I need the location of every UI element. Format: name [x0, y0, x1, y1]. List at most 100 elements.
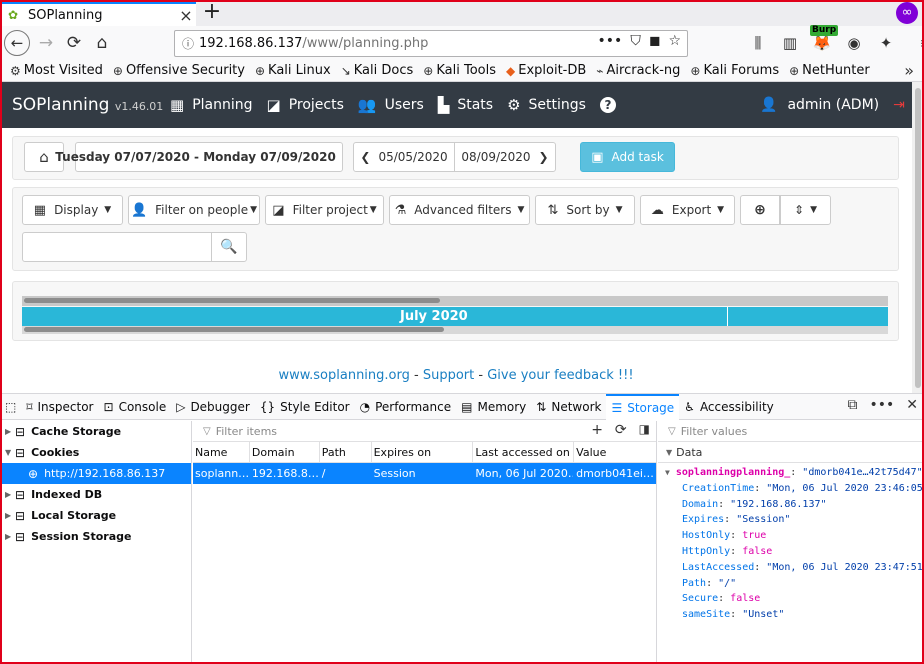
filter-items-input[interactable]: Filter items — [216, 425, 277, 438]
tab-console[interactable]: ⊡ Console — [99, 394, 172, 420]
reader-icon[interactable]: ◼ — [649, 33, 661, 49]
search-input[interactable] — [22, 232, 212, 262]
url-bar[interactable]: ⓘ 192.168.86.137/www/planning.php ••• ⛉ … — [174, 30, 688, 57]
column-header[interactable]: Value — [574, 442, 656, 463]
planning-scrollbar-top[interactable] — [22, 296, 888, 306]
prev-period-button[interactable]: ❮ 05/05/2020 — [353, 142, 455, 172]
row-height-dropdown[interactable]: ⇕ ▼ — [780, 195, 831, 225]
close-icon[interactable]: ✕ — [906, 397, 918, 413]
expand-icon[interactable]: ▶ — [5, 532, 15, 541]
tab-network[interactable]: ⇅ Network — [531, 394, 606, 420]
bookmark-most-visited[interactable]: ⚙ Most Visited — [10, 63, 103, 78]
bookmark-kali-docs[interactable]: ↘ Kali Docs — [341, 63, 414, 78]
toggle-sidebar-icon[interactable]: ◨ — [639, 422, 650, 438]
page-actions-icon[interactable]: ••• — [598, 33, 623, 49]
column-header[interactable]: Path — [320, 441, 372, 463]
scroll-thumb[interactable] — [24, 327, 444, 332]
table-row[interactable]: soplann… 192.168.8… / Session Mon, 06 Ju… — [193, 463, 656, 484]
scroll-thumb[interactable] — [915, 88, 921, 388]
tree-session-storage[interactable]: ▶ ⊟ Session Storage — [0, 526, 191, 547]
expand-icon[interactable]: ▶ — [5, 427, 15, 436]
cookie-property[interactable]: Secure: false — [658, 591, 924, 607]
more-options-icon[interactable]: ••• — [869, 397, 894, 413]
hamburger-menu-icon[interactable]: ≡ — [914, 31, 924, 55]
support-link[interactable]: Support — [423, 368, 474, 383]
menu-stats[interactable]: ▙ Stats — [438, 96, 493, 114]
search-button[interactable]: 🔍 — [211, 232, 247, 262]
forward-button[interactable]: → — [32, 29, 60, 57]
cookie-property[interactable]: CreationTime: "Mon, 06 Jul 2020 23:46:05… — [658, 481, 924, 497]
cookie-root[interactable]: ▼ soplanningplanning_: "dmorb041e…42t75d… — [658, 465, 924, 481]
library-icon[interactable]: ⫼ — [746, 31, 770, 55]
date-range-dropdown[interactable]: Tuesday 07/07/2020 - Monday 07/09/2020▼ — [55, 142, 363, 172]
dock-icon[interactable]: ⧉ — [847, 397, 857, 413]
collapse-icon[interactable]: ▼ — [5, 448, 15, 457]
column-header[interactable]: Expires on — [372, 441, 474, 463]
tab-storage[interactable]: ☰ Storage — [606, 393, 680, 420]
home-button[interactable]: ⌂ — [88, 29, 116, 57]
bookmark-aircrack-ng[interactable]: ⌁ Aircrack-ng — [596, 63, 680, 78]
extension-icon[interactable]: ✦ — [874, 31, 898, 55]
user-menu[interactable]: 👤 admin (ADM) ⇥ — [760, 97, 905, 113]
element-picker-button[interactable]: ⬚ — [0, 394, 21, 420]
bookmark-offensive-security[interactable]: ⊕ Offensive Security — [113, 63, 245, 78]
soplanning-link[interactable]: www.soplanning.org — [278, 368, 409, 383]
close-tab-icon[interactable]: × — [176, 6, 196, 25]
logout-icon[interactable]: ⇥ — [893, 97, 905, 113]
menu-settings[interactable]: ⚙ Settings — [507, 96, 586, 114]
filter-values-bar[interactable]: ▽ Filter values — [658, 421, 924, 442]
bookmark-kali-tools[interactable]: ⊕ Kali Tools — [423, 63, 496, 78]
tab-performance[interactable]: ◔ Performance — [355, 394, 457, 420]
foxyproxy-icon[interactable]: 🦊 Burp — [810, 25, 839, 55]
sort-dropdown[interactable]: ⇅ Sort by ▼ — [535, 195, 635, 225]
tab-accessibility[interactable]: ♿ Accessibility — [679, 394, 779, 420]
bookmark-star-icon[interactable]: ☆ — [668, 33, 681, 49]
tree-cookie-host[interactable]: ⊕ http://192.168.86.137 — [0, 463, 191, 484]
tab-style-editor[interactable]: {} Style Editor — [255, 394, 355, 420]
tab-memory[interactable]: ▤ Memory — [456, 394, 531, 420]
cookie-property[interactable]: HttpOnly: false — [658, 544, 924, 560]
menu-users[interactable]: 👥 Users — [358, 96, 424, 114]
bookmark-kali-forums[interactable]: ⊕ Kali Forums — [690, 63, 779, 78]
page-scrollbar[interactable] — [912, 82, 924, 393]
expand-icon[interactable]: ▶ — [5, 490, 15, 499]
tree-cache-storage[interactable]: ▶ ⊟ Cache Storage — [0, 421, 191, 442]
feedback-link[interactable]: Give your feedback !!! — [487, 368, 633, 383]
cookie-property[interactable]: HostOnly: true — [658, 528, 924, 544]
scroll-thumb[interactable] — [24, 298, 440, 303]
more-bookmarks-icon[interactable]: » — [904, 61, 914, 80]
filter-items-bar[interactable]: ▽ Filter items + ⟳ ◨ — [193, 421, 656, 442]
cookie-property[interactable]: Expires: "Session" — [658, 512, 924, 528]
add-task-button[interactable]: ▣ Add task — [580, 142, 675, 172]
new-tab-button[interactable]: + — [200, 1, 224, 25]
reload-button[interactable]: ⟳ — [60, 29, 88, 57]
pocket-icon[interactable]: ⛉ — [630, 33, 641, 49]
tree-local-storage[interactable]: ▶ ⊟ Local Storage — [0, 505, 191, 526]
cookie-property[interactable]: Domain: "192.168.86.137" — [658, 497, 924, 513]
zoom-button[interactable]: ⊕ — [740, 195, 780, 225]
help-icon[interactable]: ? — [599, 97, 616, 113]
next-period-button[interactable]: 08/09/2020 ❯ — [454, 142, 556, 172]
tab-inspector[interactable]: ⌑ Inspector — [21, 394, 98, 420]
tree-cookies[interactable]: ▼ ⊟ Cookies — [0, 442, 191, 463]
data-section-header[interactable]: ▼ Data — [658, 442, 924, 463]
tab-debugger[interactable]: ▷ Debugger — [171, 394, 255, 420]
column-header[interactable]: Name — [193, 441, 250, 463]
account-icon[interactable]: ◉ — [842, 31, 866, 55]
brand[interactable]: SOPlanning v1.46.01 — [12, 95, 163, 115]
add-item-icon[interactable]: + — [591, 422, 603, 438]
cookie-property[interactable]: Path: "/" — [658, 576, 924, 592]
sidebar-icon[interactable]: ▥ — [778, 31, 802, 55]
cookie-property[interactable]: sameSite: "Unset" — [658, 607, 924, 623]
bookmark-nethunter[interactable]: ⊕ NetHunter — [789, 63, 870, 78]
column-header[interactable]: Last accessed on — [473, 441, 575, 463]
filter-project-dropdown[interactable]: ◪ Filter project ▼ — [265, 195, 384, 225]
cookie-property[interactable]: LastAccessed: "Mon, 06 Jul 2020 23:47:51… — [658, 560, 924, 576]
column-header[interactable]: Domain — [250, 441, 320, 463]
filter-people-dropdown[interactable]: 👤 Filter on people ▼ — [128, 195, 260, 225]
browser-tab[interactable]: ✿ SOPlanning × — [2, 2, 196, 26]
tree-indexed-db[interactable]: ▶ ⊟ Indexed DB — [0, 484, 191, 505]
planning-scrollbar-bottom[interactable] — [22, 326, 888, 334]
filter-values-input[interactable]: Filter values — [681, 425, 748, 438]
site-info-icon[interactable]: ⓘ — [177, 35, 199, 52]
